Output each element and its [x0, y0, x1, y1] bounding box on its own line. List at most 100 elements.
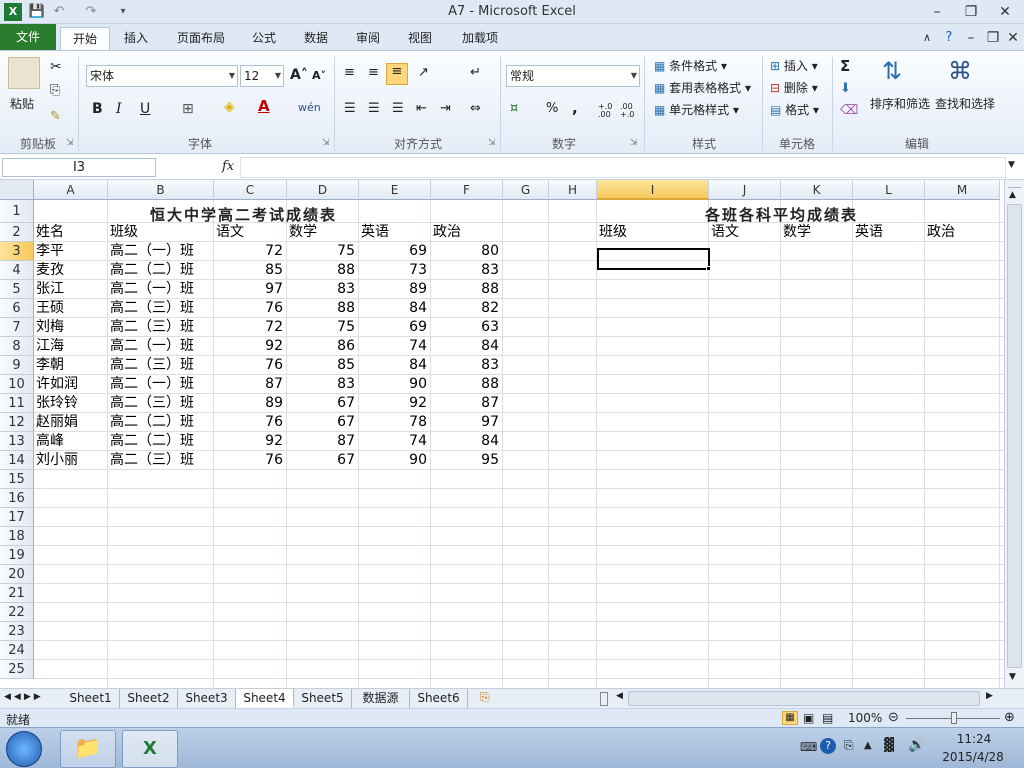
- paste-icon[interactable]: [8, 57, 40, 89]
- data-cell[interactable]: 84: [433, 432, 503, 451]
- header-cell[interactable]: 语文: [711, 223, 781, 242]
- data-cell[interactable]: 97: [433, 413, 503, 432]
- data-cell[interactable]: 72: [216, 242, 287, 261]
- data-cell[interactable]: 江海: [36, 337, 108, 356]
- data-cell[interactable]: 67: [289, 451, 359, 470]
- data-cell[interactable]: 76: [216, 356, 287, 375]
- number-format-combo[interactable]: 常规 ▼: [506, 65, 640, 87]
- row-header-4[interactable]: 4: [0, 261, 34, 280]
- data-cell[interactable]: 92: [216, 432, 287, 451]
- data-cell[interactable]: 80: [433, 242, 503, 261]
- merge-center-icon[interactable]: ⇔: [470, 101, 481, 116]
- header-cell[interactable]: 班级: [110, 223, 214, 242]
- cell-styles-button[interactable]: ▦ 单元格样式 ▾: [654, 101, 739, 118]
- shrink-font-icon[interactable]: A˅: [312, 69, 326, 82]
- data-cell[interactable]: 高二（一）班: [110, 280, 214, 299]
- phonetic-button[interactable]: wén: [298, 101, 321, 114]
- data-cell[interactable]: 88: [433, 375, 503, 394]
- align-middle-icon[interactable]: ≡: [368, 65, 379, 80]
- data-cell[interactable]: 88: [289, 261, 359, 280]
- font-launcher-icon[interactable]: ⇲: [322, 138, 330, 148]
- data-cell[interactable]: 73: [361, 261, 431, 280]
- name-box[interactable]: I3: [2, 158, 156, 177]
- number-launcher-icon[interactable]: ⇲: [630, 138, 638, 148]
- orientation-icon[interactable]: ↗: [418, 65, 429, 80]
- insert-function-button[interactable]: fx: [222, 159, 234, 174]
- data-cell[interactable]: 87: [216, 375, 287, 394]
- data-cell[interactable]: 69: [361, 318, 431, 337]
- header-cell[interactable]: 姓名: [36, 223, 108, 242]
- excel-taskbar-icon[interactable]: X: [122, 730, 178, 768]
- zoom-slider-thumb[interactable]: [951, 712, 957, 724]
- tab-formulas[interactable]: 公式: [244, 27, 284, 50]
- column-header-J[interactable]: J: [709, 180, 781, 200]
- volume-icon[interactable]: 🔊: [908, 737, 925, 753]
- page-break-view-icon[interactable]: ▤: [822, 711, 833, 725]
- data-cell[interactable]: 高二（一）班: [110, 242, 214, 261]
- data-cell[interactable]: 刘梅: [36, 318, 108, 337]
- data-cell[interactable]: 82: [433, 299, 503, 318]
- row-header-5[interactable]: 5: [0, 280, 34, 299]
- sheet-tab-0[interactable]: Sheet1: [62, 689, 120, 708]
- conditional-format-button[interactable]: ▦ 条件格式 ▾: [654, 57, 727, 74]
- network-icon[interactable]: ▓: [884, 738, 894, 753]
- worksheet-grid[interactable]: ABCDEFGHIJKLM 1 2 3 4 5 6 7 8 9 10 11 12 13 14 15 16 17 1…: [0, 180, 1004, 688]
- data-cell[interactable]: 83: [289, 280, 359, 299]
- column-header-H[interactable]: H: [549, 180, 597, 200]
- tab-view[interactable]: 视图: [400, 27, 440, 50]
- data-cell[interactable]: 高二（三）班: [110, 394, 214, 413]
- tab-review[interactable]: 审阅: [348, 27, 388, 50]
- bold-button[interactable]: B: [92, 101, 103, 117]
- select-all-corner[interactable]: [0, 180, 34, 200]
- row-header-16[interactable]: 16: [0, 489, 34, 508]
- data-cell[interactable]: 83: [289, 375, 359, 394]
- sheet-nav-arrows-icon[interactable]: ◀◀▶▶: [4, 692, 44, 702]
- data-cell[interactable]: 86: [289, 337, 359, 356]
- row-header-14[interactable]: 14: [0, 451, 34, 470]
- header-cell[interactable]: 政治: [433, 223, 503, 242]
- data-cell[interactable]: 97: [216, 280, 287, 299]
- active-cell-selection[interactable]: [597, 248, 710, 270]
- row-header-17[interactable]: 17: [0, 508, 34, 527]
- maximize-button[interactable]: ❐: [958, 2, 984, 22]
- scroll-right-icon[interactable]: ▶: [986, 691, 993, 701]
- fill-icon[interactable]: ⬇: [840, 81, 851, 96]
- formula-input[interactable]: [240, 157, 1006, 178]
- tab-file[interactable]: 文件: [0, 24, 56, 50]
- data-cell[interactable]: 麦孜: [36, 261, 108, 280]
- row-header-23[interactable]: 23: [0, 622, 34, 641]
- row-header-12[interactable]: 12: [0, 413, 34, 432]
- scroll-left-icon[interactable]: ◀: [616, 691, 623, 701]
- row-header-25[interactable]: 25: [0, 660, 34, 679]
- header-cell[interactable]: 英语: [855, 223, 925, 242]
- font-name-combo[interactable]: 宋体 ▼: [86, 65, 238, 87]
- align-left-icon[interactable]: ☰: [344, 101, 356, 116]
- row-header-7[interactable]: 7: [0, 318, 34, 337]
- align-top-icon[interactable]: ≡: [344, 65, 355, 80]
- row-header-19[interactable]: 19: [0, 546, 34, 565]
- data-cell[interactable]: 张玲铃: [36, 394, 108, 413]
- column-header-I[interactable]: I: [597, 180, 709, 200]
- row-header-15[interactable]: 15: [0, 470, 34, 489]
- data-cell[interactable]: 78: [361, 413, 431, 432]
- row-header-24[interactable]: 24: [0, 641, 34, 660]
- start-button[interactable]: [6, 731, 42, 767]
- vertical-scroll-thumb[interactable]: [1007, 204, 1022, 668]
- accounting-format-icon[interactable]: ¤: [510, 101, 518, 116]
- grow-font-icon[interactable]: A˄: [290, 67, 308, 83]
- data-cell[interactable]: 90: [361, 451, 431, 470]
- data-cell[interactable]: 67: [289, 413, 359, 432]
- header-cell[interactable]: 政治: [927, 223, 1000, 242]
- scroll-up-icon[interactable]: ▲: [1009, 190, 1016, 200]
- tab-insert[interactable]: 插入: [114, 27, 158, 50]
- show-hidden-icons-icon[interactable]: ▲: [864, 740, 872, 751]
- align-bottom-icon[interactable]: ≡: [386, 63, 408, 85]
- paste-button[interactable]: 粘贴: [10, 95, 34, 112]
- clipboard-launcher-icon[interactable]: ⇲: [66, 138, 74, 148]
- comma-button[interactable]: ,: [572, 99, 578, 117]
- delete-cells-button[interactable]: ⊟ 删除 ▾: [770, 79, 818, 96]
- tab-home[interactable]: 开始: [60, 27, 110, 50]
- cut-icon[interactable]: ✂: [50, 59, 62, 75]
- header-cell[interactable]: 数学: [289, 223, 359, 242]
- column-header-M[interactable]: M: [925, 180, 1000, 200]
